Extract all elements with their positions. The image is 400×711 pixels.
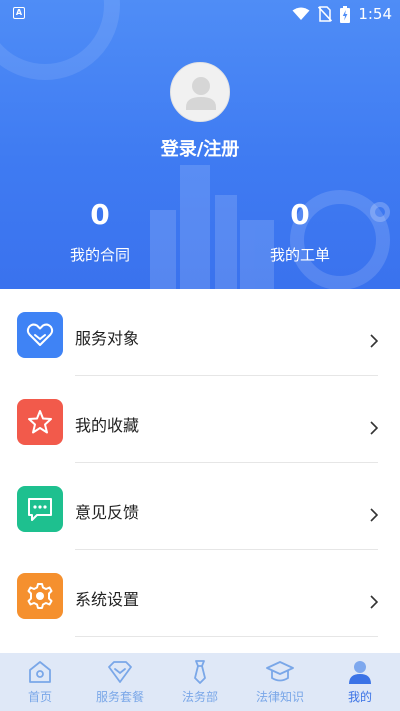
heart-icon <box>17 312 63 358</box>
avatar[interactable] <box>170 62 230 122</box>
no-sim-icon <box>318 6 333 22</box>
work-orders-label: 我的工单 <box>269 246 330 264</box>
bottom-tab-bar: 首页 服务套餐 法务部 法律知识 我的 <box>0 653 400 711</box>
tab-label: 我的 <box>347 690 372 704</box>
contracts-label: 我的合同 <box>69 246 130 264</box>
work-orders-count: 0 <box>290 198 310 231</box>
tab-home[interactable]: 首页 <box>0 653 80 711</box>
menu-item-settings[interactable]: 系统设置 <box>0 550 400 637</box>
chevron-right-icon <box>370 334 378 348</box>
decor-ring <box>370 202 390 222</box>
home-icon <box>29 661 51 683</box>
chevron-right-icon <box>370 508 378 522</box>
profile-menu: 服务对象 我的收藏 意见反馈 系统设置 <box>0 289 400 637</box>
tab-label: 服务套餐 <box>95 690 144 704</box>
status-time: 1:54 <box>358 5 392 23</box>
diamond-icon <box>108 661 132 683</box>
tab-mine[interactable]: 我的 <box>320 653 400 711</box>
contracts-count: 0 <box>90 198 110 231</box>
tab-service-packages[interactable]: 服务套餐 <box>80 653 160 711</box>
tab-label: 首页 <box>27 690 52 704</box>
wifi-icon <box>292 7 310 20</box>
menu-item-favorites[interactable]: 我的收藏 <box>0 376 400 463</box>
login-register-link[interactable]: 登录/注册 <box>0 135 400 161</box>
graduation-cap-icon <box>266 661 294 682</box>
menu-item-feedback[interactable]: 意见反馈 <box>0 463 400 550</box>
divider <box>75 636 378 637</box>
menu-item-label: 服务对象 <box>75 329 140 348</box>
tie-icon <box>194 660 206 684</box>
menu-item-service-objects[interactable]: 服务对象 <box>0 289 400 376</box>
tab-legal-knowledge[interactable]: 法律知识 <box>240 653 320 711</box>
tab-label: 法务部 <box>181 690 218 704</box>
battery-charging-icon <box>340 5 351 23</box>
app-notification-icon: A <box>13 7 25 19</box>
tab-legal-department[interactable]: 法务部 <box>160 653 240 711</box>
menu-item-label: 意见反馈 <box>75 503 140 522</box>
gear-icon <box>17 573 63 619</box>
star-icon <box>17 399 63 445</box>
menu-item-label: 系统设置 <box>75 590 140 609</box>
my-work-orders-stat[interactable]: 0 我的工单 <box>240 198 360 265</box>
tab-label: 法律知识 <box>255 690 304 704</box>
user-avatar-icon <box>186 77 216 110</box>
user-icon <box>349 661 371 684</box>
menu-item-label: 我的收藏 <box>75 416 140 435</box>
profile-header: A 1:54 登录/注册 0 我的合同 0 我的工单 <box>0 0 400 289</box>
chevron-right-icon <box>370 421 378 435</box>
chevron-right-icon <box>370 595 378 609</box>
chat-icon <box>17 486 63 532</box>
status-bar: A 1:54 <box>0 0 400 28</box>
my-contracts-stat[interactable]: 0 我的合同 <box>40 198 160 265</box>
